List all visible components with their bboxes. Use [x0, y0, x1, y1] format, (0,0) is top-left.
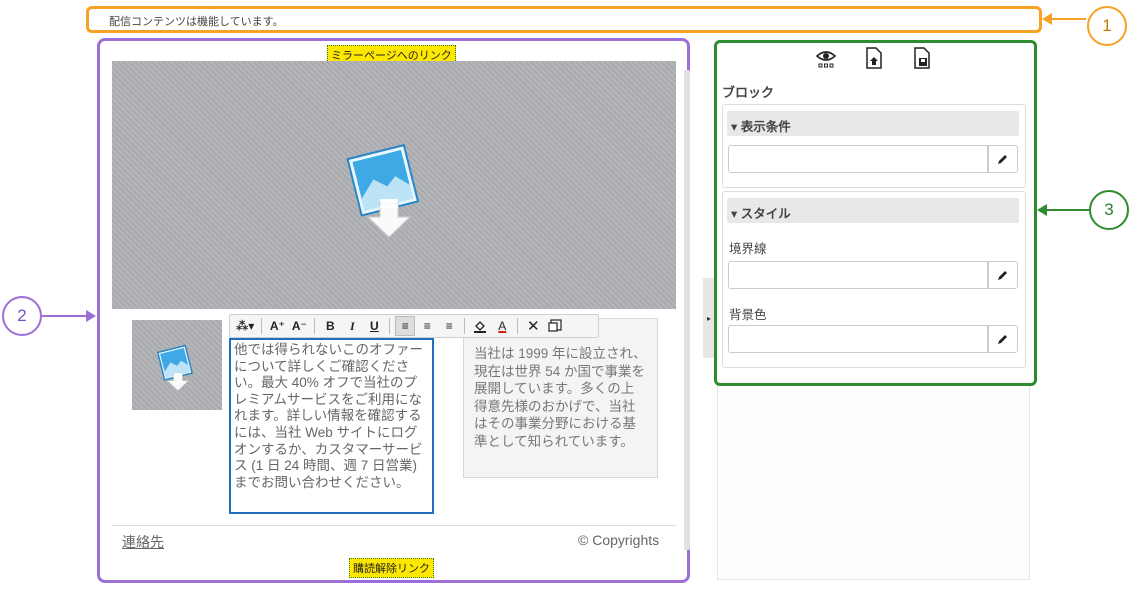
callout-arrow-3 [1046, 209, 1089, 211]
pencil-icon [998, 335, 1007, 344]
text-editor-area[interactable]: 他では得られないこのオファーについて詳しくご確認ください。最大 40% オフで当… [229, 338, 434, 514]
pencil-icon [998, 271, 1007, 280]
text-color-button[interactable]: A [492, 316, 512, 336]
load-template-button[interactable] [863, 47, 885, 69]
contact-link[interactable]: 連絡先 [122, 532, 164, 552]
background-color-label: 背景色 [729, 308, 767, 322]
callout-2-number: 2 [17, 306, 27, 325]
pencil-icon [998, 155, 1007, 164]
style-header[interactable]: ▾ スタイル [727, 198, 1019, 223]
decrease-font-button[interactable]: A⁻ [289, 316, 309, 336]
callout-2: 2 [2, 296, 42, 336]
format-dropdown[interactable]: ⁂▾ [234, 316, 256, 336]
image-placeholder-icon [156, 344, 194, 391]
copyright-text: © Copyrights [578, 532, 660, 548]
save-template-button[interactable] [911, 47, 933, 69]
border-field[interactable] [728, 261, 988, 289]
toolbar-divider [464, 318, 466, 334]
callout-3: 3 [1089, 190, 1129, 230]
italic-button[interactable]: I [342, 316, 362, 336]
editor-scrollbar[interactable] [684, 70, 690, 550]
hero-image-placeholder[interactable] [112, 61, 676, 309]
background-color-field[interactable] [728, 325, 988, 353]
callout-arrowhead-1 [1042, 13, 1052, 25]
page-upload-icon [866, 47, 882, 69]
border-label: 境界線 [729, 242, 767, 256]
callout-arrow-1 [1048, 18, 1086, 20]
callout-arrow-2 [42, 315, 86, 317]
fill-color-button[interactable] [470, 316, 490, 336]
side-text-block[interactable]: 当社は 1999 年に設立され、現在は世界 54 か国で事業を展開しています。多… [463, 318, 658, 478]
toolbar-divider [314, 318, 316, 334]
preview-button[interactable] [815, 47, 837, 69]
callout-1: 1 [1087, 6, 1127, 46]
edit-conditions-button[interactable] [988, 145, 1018, 173]
increase-font-button[interactable]: A⁺ [267, 316, 287, 336]
display-conditions-field[interactable] [728, 145, 988, 173]
edit-background-button[interactable] [988, 325, 1018, 353]
insert-icon [548, 319, 562, 332]
unsubscribe-link[interactable]: 購読解除リンク [349, 558, 434, 578]
eye-icon [815, 51, 837, 68]
toolbar-divider [389, 318, 391, 334]
block-heading: ブロック [722, 85, 775, 100]
edit-border-button[interactable] [988, 261, 1018, 289]
save-page-icon [914, 47, 930, 69]
underline-button[interactable]: U [364, 316, 384, 336]
align-center-button[interactable]: ≡ [417, 316, 437, 336]
side-text: 当社は 1999 年に設立され、現在は世界 54 か国で事業を展開しています。多… [474, 346, 647, 449]
thumbnail-image-placeholder[interactable] [132, 320, 222, 410]
display-conditions-header[interactable]: ▾ 表示条件 [727, 111, 1019, 136]
bold-button[interactable]: B [320, 316, 340, 336]
callout-arrowhead-2 [86, 310, 96, 322]
align-right-button[interactable]: ≡ [439, 316, 459, 336]
body-text: 他では得られないこのオファーについて詳しくご確認ください。最大 40% オフで当… [234, 342, 423, 490]
callout-1-number: 1 [1102, 16, 1112, 35]
toolbar-divider [517, 318, 519, 334]
image-placeholder-icon [346, 143, 420, 238]
status-bar: 配信コンテンツは機能しています。 [86, 6, 1042, 33]
remove-format-button[interactable]: ✕ [523, 316, 543, 336]
paint-bucket-icon [474, 321, 487, 333]
status-text: 配信コンテンツは機能しています。 [109, 16, 284, 28]
align-left-button[interactable]: ≡ [395, 316, 416, 336]
callout-3-number: 3 [1104, 200, 1114, 219]
toolbar-divider [261, 318, 263, 334]
rich-text-toolbar: ⁂▾ A⁺ A⁻ B I U ≡ ≡ ≡ A ✕ [229, 314, 599, 338]
insert-block-button[interactable] [545, 316, 565, 336]
